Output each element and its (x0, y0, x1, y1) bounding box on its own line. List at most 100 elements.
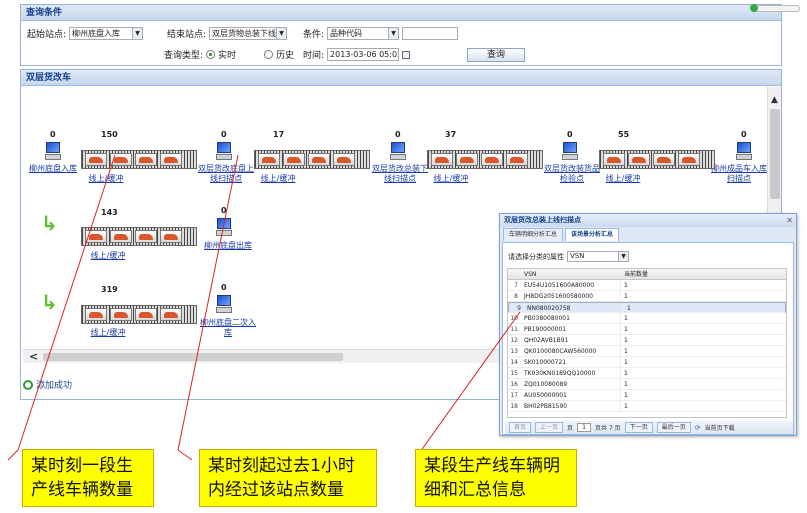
tab-scene-summary[interactable]: 该场景分析汇总 (565, 228, 620, 241)
scroll-thumb[interactable] (770, 109, 780, 199)
popup-tabs: 车辆明细分析汇总 该场景分析汇总 (500, 228, 796, 241)
detail-popup-window: 双层货改总装上线扫描点 ✕ 车辆明细分析汇总 该场景分析汇总 请选择分类的属性 … (499, 213, 797, 436)
computer-icon[interactable] (736, 142, 752, 162)
table-row[interactable]: 13 QK0100080CAW560000 1 (508, 346, 786, 357)
last-page-button[interactable]: 最后一页 (656, 422, 691, 433)
table-row[interactable]: 14 SK010000721 1 (508, 357, 786, 368)
belt-link[interactable]: 线上/缓冲 (83, 328, 133, 338)
qty-cell: 1 (624, 403, 628, 410)
car-icon (85, 230, 107, 243)
conveyor-belt[interactable] (254, 150, 370, 169)
conveyor-belt[interactable] (427, 150, 543, 169)
row-number: 15 (510, 370, 518, 377)
car-icon (135, 230, 157, 243)
scroll-left-icon[interactable]: < (29, 350, 38, 364)
belt-link[interactable]: 线上/缓冲 (253, 174, 303, 184)
computer-icon[interactable] (216, 142, 232, 162)
table-row[interactable]: 11 PB190000001 1 (508, 324, 786, 335)
qty-cell: 1 (624, 348, 628, 355)
grid-scrollbar[interactable]: ▲ ▼ (786, 269, 787, 417)
computer-icon[interactable] (45, 142, 61, 162)
belt-count: 150 (101, 130, 118, 139)
conveyor-belt[interactable] (599, 150, 715, 169)
table-row[interactable]: 17 AU050000001 1 (508, 390, 786, 401)
turn-arrow-icon: ↳ (41, 290, 58, 314)
table-row[interactable]: 8 JH8DG2051600580000 1 (508, 291, 786, 302)
qty-cell: 1 (624, 359, 628, 366)
table-row[interactable]: 18 BH02PB81590 1 (508, 401, 786, 412)
car-icon (110, 308, 132, 321)
end-station-select[interactable]: 双层货物总装下线检 ▼ (209, 27, 288, 40)
car-icon (283, 153, 305, 166)
popup-title: 双层货改总装上线扫描点 (504, 216, 581, 224)
computer-icon[interactable] (216, 218, 232, 238)
table-row[interactable]: 9 NN080020758 1 (508, 302, 786, 313)
car-icon (506, 153, 528, 166)
first-page-button[interactable]: 首页 (509, 422, 532, 433)
page-number-input[interactable]: 1 (577, 423, 592, 432)
belt-link[interactable]: 线上/缓冲 (81, 174, 131, 184)
station-link[interactable]: 柳州底盘入库 (23, 164, 83, 174)
start-station-select[interactable]: 柳州底盘入库 ▼ (69, 27, 144, 40)
refresh-icon[interactable]: ⟳ (695, 424, 701, 432)
station-link[interactable]: 柳州成品车入库扫描点 (711, 164, 767, 184)
time-input[interactable]: 2013-03-06 05:03:2 (327, 48, 400, 61)
end-station-row: 结束站点: 双层货物总装下线检 ▼ (167, 27, 288, 40)
conveyor-belt[interactable] (81, 227, 197, 246)
belt-link[interactable]: 线上/缓冲 (83, 251, 133, 261)
car-icon (110, 153, 132, 166)
computer-icon[interactable] (216, 295, 232, 315)
condition-input[interactable] (402, 27, 459, 40)
station-link[interactable]: 柳州底盘二次入库 (197, 318, 259, 338)
car-icon (653, 153, 675, 166)
belt-link[interactable]: 线上/缓冲 (598, 174, 648, 184)
computer-icon[interactable] (562, 142, 578, 162)
success-icon (23, 379, 33, 390)
column-header[interactable]: VSN (520, 269, 621, 279)
belt-link[interactable]: 线上/缓冲 (426, 174, 476, 184)
tab-vehicle-detail[interactable]: 车辆明细分析汇总 (503, 228, 564, 241)
table-row[interactable]: 16 ZQ010080089 1 (508, 379, 786, 390)
table-row[interactable]: 7 EU54U1051600A80000 1 (508, 280, 786, 291)
turn-arrow-icon: ↳ (41, 211, 58, 235)
conveyor-belt[interactable] (81, 150, 197, 169)
radio-history[interactable] (264, 50, 274, 59)
table-row[interactable]: 15 TK030KN0189QQ10000 1 (508, 368, 786, 379)
condition-select[interactable]: 品种代码 ▼ (327, 27, 400, 40)
calendar-icon[interactable] (402, 50, 411, 59)
column-header[interactable]: 当前数量 (621, 269, 681, 279)
diagram-title: 双层货改车 (21, 70, 781, 86)
station-link[interactable]: 双层货改装货品检验点 (541, 164, 603, 184)
station-link[interactable]: 双层货改底盘上线扫描点 (195, 164, 257, 184)
chevron-down-icon: ▼ (388, 28, 399, 39)
condition-value: 品种代码 (330, 29, 363, 38)
vsn-cell: JH8DG2051600580000 (520, 291, 621, 301)
scroll-up-icon[interactable]: ▲ (771, 95, 778, 105)
prev-page-button[interactable]: 上一页 (535, 422, 564, 433)
query-type-row: 查询类型: 实时 历史 (164, 48, 294, 61)
vsn-cell: SK010000721 (520, 357, 621, 367)
table-row[interactable]: 12 QH02AVB1B91 1 (508, 335, 786, 346)
table-row[interactable]: 10 PB0380080001 1 (508, 313, 786, 324)
corner-toggle[interactable] (750, 4, 800, 12)
page-suffix: 页共 7 页 (595, 425, 621, 432)
callout-middle: 某时刻起过去1小时内经过该站点数量 (199, 449, 377, 507)
car-icon (456, 153, 478, 166)
station-link[interactable]: 双层货改总装下线扫描点 (369, 164, 431, 184)
computer-icon[interactable] (390, 142, 406, 162)
station-count: 0 (567, 130, 573, 139)
station-link[interactable]: 柳州底盘出库 (199, 241, 257, 251)
search-button[interactable]: 查询 (467, 48, 525, 62)
conveyor-belt[interactable] (81, 305, 197, 324)
vsn-grid: VSN 当前数量 7 EU54U1051600A80000 1 8 JH8DG2051… (507, 268, 787, 418)
row-number: 17 (510, 392, 518, 399)
close-icon[interactable]: ✕ (786, 214, 793, 227)
attribute-select[interactable]: VSN ▼ (567, 251, 629, 262)
vsn-cell: TK030KN0189QQ10000 (520, 368, 621, 378)
start-station-label: 起始站点: (27, 30, 67, 40)
radio-realtime[interactable] (206, 50, 216, 59)
car-icon (135, 153, 157, 166)
next-page-button[interactable]: 下一页 (624, 422, 653, 433)
scroll-thumb[interactable] (43, 353, 343, 361)
belt-count: 319 (101, 285, 118, 294)
